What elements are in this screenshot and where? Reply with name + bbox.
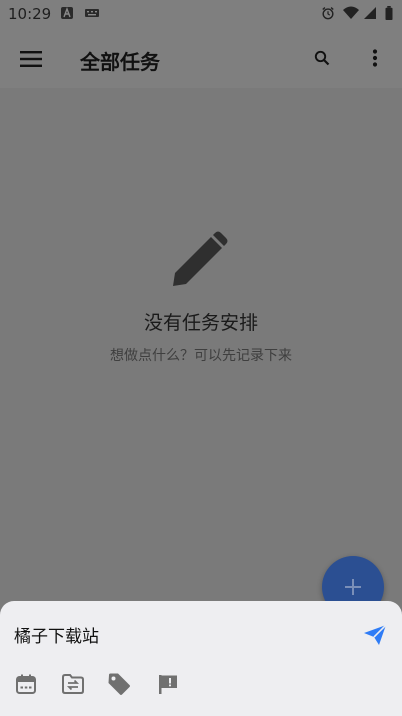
app-bar: 全部任务 xyxy=(0,28,402,88)
folder-move-icon xyxy=(62,674,84,694)
keyboard-icon xyxy=(85,9,99,17)
due-date-button[interactable] xyxy=(13,671,39,697)
alarm-icon xyxy=(322,7,334,20)
empty-state-title: 没有任务安排 xyxy=(143,312,258,334)
move-to-list-button[interactable] xyxy=(60,671,86,697)
battery-icon xyxy=(385,6,393,20)
pencil-icon xyxy=(173,231,228,286)
a-icon xyxy=(61,7,73,19)
more-vert-icon xyxy=(372,49,378,67)
more-options-button[interactable] xyxy=(360,42,390,74)
send-icon xyxy=(364,624,387,645)
status-time: 10:29 xyxy=(8,5,52,23)
signal-icon xyxy=(364,7,376,19)
tag-icon xyxy=(108,673,130,695)
send-button[interactable] xyxy=(361,621,389,649)
empty-state-subtitle: 想做点什么？可以先记录下来 xyxy=(110,348,292,364)
flag-icon xyxy=(159,675,177,694)
menu-icon xyxy=(20,51,42,67)
calendar-icon xyxy=(16,674,36,694)
quick-add-sheet xyxy=(0,601,402,716)
page-title: 全部任务 xyxy=(80,50,160,74)
tag-button[interactable] xyxy=(106,671,132,697)
plus-icon xyxy=(345,579,361,595)
priority-button[interactable] xyxy=(155,671,181,697)
menu-button[interactable] xyxy=(14,42,48,76)
search-icon xyxy=(314,50,330,66)
empty-state: 没有任务安排 想做点什么？可以先记录下来 xyxy=(0,230,402,365)
wifi-icon xyxy=(343,6,359,19)
status-bar: 10:29 xyxy=(0,0,402,28)
search-button[interactable] xyxy=(306,42,338,74)
task-input[interactable] xyxy=(14,621,344,647)
